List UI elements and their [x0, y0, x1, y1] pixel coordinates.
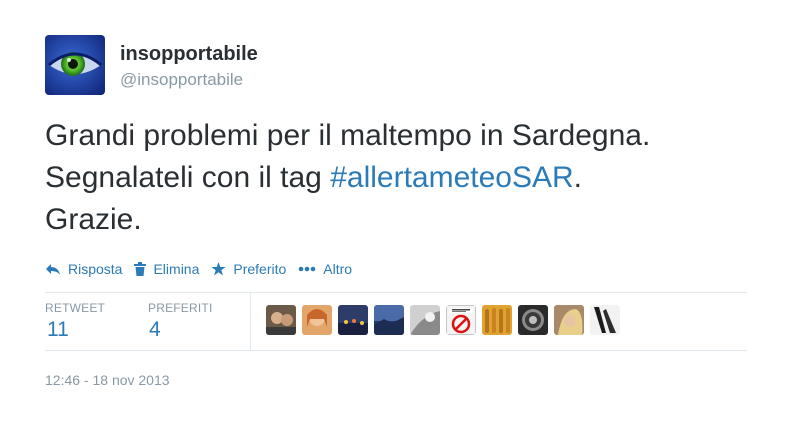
user-avatar-1[interactable]	[266, 305, 296, 335]
tweet-line-3: Grazie.	[45, 203, 142, 236]
tweet-text: Grandi problemi per il maltempo in Sarde…	[45, 115, 765, 241]
green-eye-avatar-icon	[45, 35, 105, 95]
stats-top-divider	[45, 292, 747, 293]
more-label: Altro	[323, 261, 353, 277]
delete-label: Elimina	[153, 261, 200, 277]
user-avatar-7[interactable]	[482, 305, 512, 335]
user-avatar-9[interactable]	[554, 305, 584, 335]
stats-bottom-divider	[45, 350, 747, 351]
user-avatar-8[interactable]	[518, 305, 548, 335]
stats-separator	[250, 293, 251, 350]
favorite-button[interactable]: Preferito	[211, 261, 286, 277]
favorite-label: Preferito	[233, 261, 287, 277]
tweet-line-2-prefix: Segnalateli con il tag	[45, 161, 331, 194]
trash-icon	[134, 262, 147, 276]
favorites-count[interactable]: 4	[149, 318, 161, 342]
tweet-timestamp[interactable]: 12:46 - 18 nov 2013	[45, 372, 170, 388]
retweet-label: RETWEET	[45, 301, 106, 315]
reply-icon	[46, 264, 60, 275]
user-avatar-4[interactable]	[374, 305, 404, 335]
user-avatar-6[interactable]	[446, 305, 476, 335]
user-avatar-3[interactable]	[338, 305, 368, 335]
favoriter-avatars	[266, 305, 626, 335]
tweet-actions: Risposta Elimina Preferito Altro	[45, 259, 364, 279]
reply-button[interactable]: Risposta	[45, 261, 122, 277]
author-fullname[interactable]: insopportabile	[120, 43, 258, 66]
reply-label: Risposta	[68, 261, 123, 277]
more-button[interactable]: Altro	[298, 261, 352, 277]
user-avatar-2[interactable]	[302, 305, 332, 335]
tweet-line-2-suffix: .	[573, 161, 583, 194]
star-icon	[211, 262, 226, 276]
delete-button[interactable]: Elimina	[134, 261, 199, 277]
tweet-line-1: Grandi problemi per il maltempo in Sarde…	[45, 119, 651, 152]
retweet-count[interactable]: 11	[47, 318, 69, 342]
author-username[interactable]: @insopportabile	[120, 70, 243, 90]
more-dots-icon	[298, 266, 316, 272]
hashtag-link[interactable]: #allertameteoSAR	[330, 161, 573, 194]
user-avatar-5[interactable]	[410, 305, 440, 335]
author-avatar[interactable]	[45, 35, 105, 95]
favorites-label: PREFERITI	[148, 301, 213, 315]
user-avatar-10[interactable]	[590, 305, 620, 335]
